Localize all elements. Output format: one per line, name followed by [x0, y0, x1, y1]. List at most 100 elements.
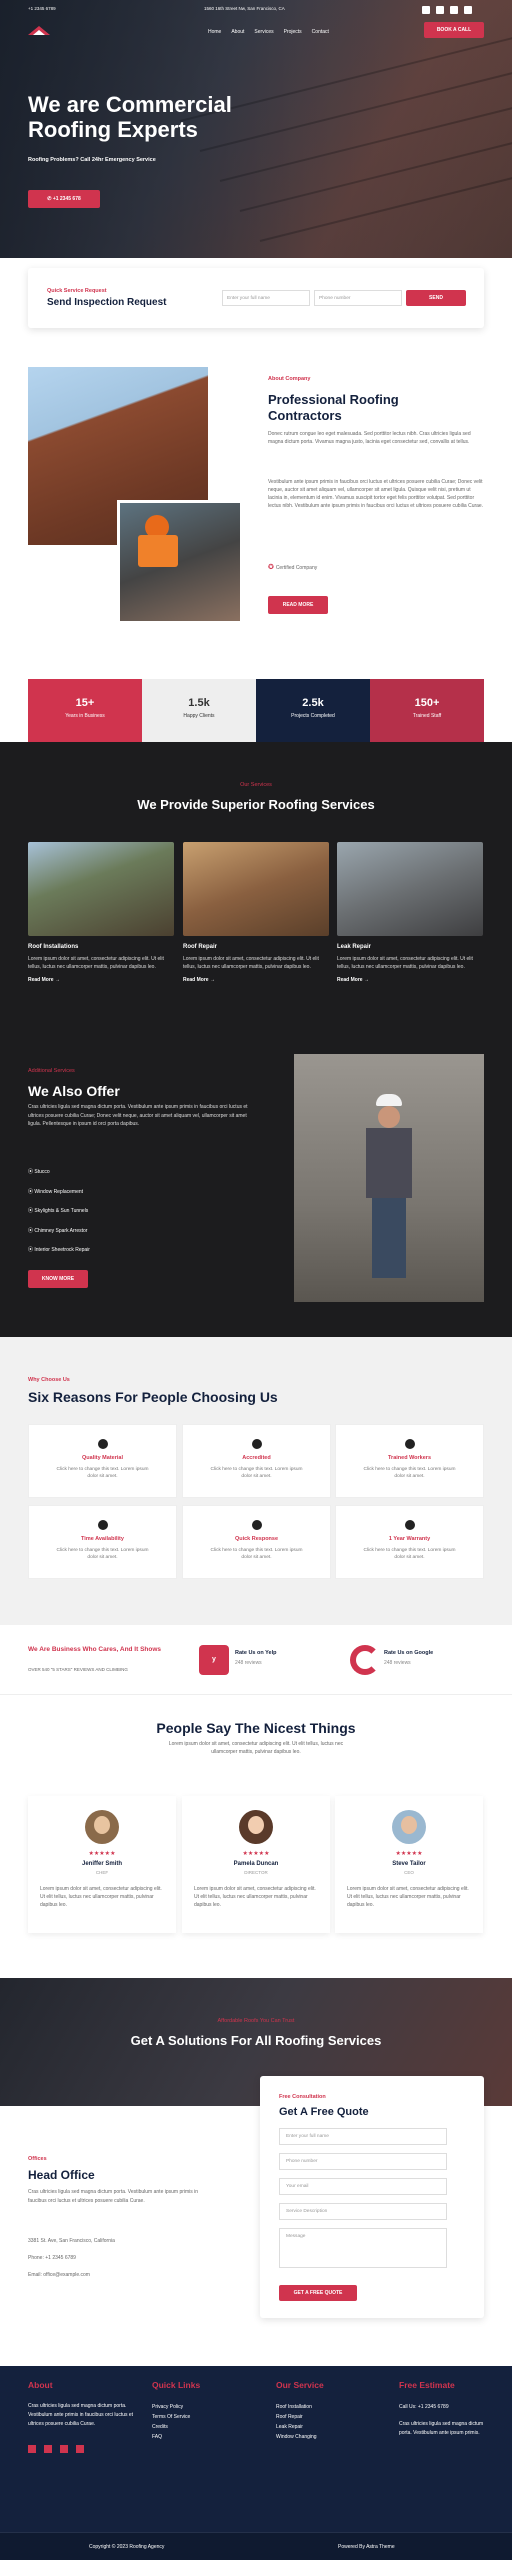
- yelp-count: 248 reviews: [235, 1660, 262, 1666]
- instagram-icon[interactable]: [60, 2445, 68, 2453]
- footer-services: Our Service Roof Installation Roof Repai…: [276, 2380, 324, 2442]
- footer-service-link[interactable]: Roof Repair: [276, 2412, 324, 2422]
- check-circle-icon: [251, 1439, 262, 1449]
- facebook-icon[interactable]: [422, 6, 430, 14]
- avatar: [392, 1810, 426, 1844]
- hero-subtitle: Roofing Problems? Call 24hr Emergency Se…: [28, 157, 156, 163]
- linkedin-icon[interactable]: [464, 6, 472, 14]
- powered-by: Powered By Astra Theme: [338, 2544, 395, 2550]
- footer-link[interactable]: Terms Of Service: [152, 2412, 200, 2422]
- inspection-title: Send Inspection Request: [47, 297, 167, 308]
- service-text: Lorem ipsum dolor sit amet, consectetur …: [183, 956, 319, 970]
- footer-about: About Cras ultricies ligula sed magna di…: [28, 2380, 138, 2453]
- offer-know-more-button[interactable]: Know More: [28, 1270, 88, 1288]
- topbar-address: 1560 16th Street Nw, San Francisco, CA: [204, 6, 285, 11]
- service-image-repair: [183, 842, 329, 936]
- stat-value: 15+: [75, 697, 95, 709]
- facebook-icon[interactable]: [28, 2445, 36, 2453]
- quote-title: Get A Free Quote: [279, 2106, 369, 2118]
- footer-service-link[interactable]: Roof Installation: [276, 2402, 324, 2412]
- footer-service-link[interactable]: Leak Repair: [276, 2422, 324, 2432]
- quote-message-textarea[interactable]: Message: [279, 2228, 447, 2268]
- stat-value: 1.5k: [188, 697, 210, 709]
- testimonial-role: DIRECTOR: [244, 1870, 268, 1875]
- logo[interactable]: [28, 26, 50, 35]
- office-email[interactable]: Email: office@example.com: [28, 2272, 90, 2278]
- nav-link-services[interactable]: Services: [254, 29, 273, 35]
- office-phone: Phone: +1 2345 6789: [28, 2255, 76, 2261]
- avatar: [85, 1810, 119, 1844]
- reasons-title: Six Reasons For People Choosing Us: [28, 1389, 278, 1405]
- footer-links-title: Quick Links: [152, 2380, 201, 2390]
- book-call-button[interactable]: Book a Call: [424, 22, 484, 38]
- service-title: Roof Repair: [183, 944, 218, 950]
- testimonial-card: ★★★★★ Steve Tailor CEO Lorem ipsum dolor…: [335, 1796, 483, 1933]
- footer-service-link[interactable]: Window Changing: [276, 2432, 324, 2442]
- service-image-installations: [28, 842, 174, 936]
- solutions-kicker: Affordable Roofs You Can Trust: [217, 2018, 295, 2024]
- footer-link[interactable]: Privacy Policy: [152, 2402, 200, 2412]
- quote-name-input[interactable]: Enter your full name: [279, 2128, 447, 2145]
- service-read-more-link[interactable]: Read More →: [183, 977, 329, 983]
- twitter-icon[interactable]: [436, 6, 444, 14]
- reasons-kicker: Why Choose Us: [28, 1377, 70, 1383]
- service-read-more-link[interactable]: Read More →: [337, 977, 483, 983]
- offer-kicker: Additional Services: [28, 1068, 75, 1074]
- office-title: Head Office: [28, 2168, 95, 2182]
- inspection-phone-input[interactable]: Phone number: [314, 290, 402, 306]
- nav-link-home[interactable]: Home: [208, 29, 221, 35]
- inspection-send-button[interactable]: Send: [406, 290, 466, 306]
- google-title[interactable]: Rate Us on Google: [384, 1650, 433, 1656]
- offer-worker-image: [294, 1054, 484, 1302]
- service-image-leak: [337, 842, 483, 936]
- yelp-title[interactable]: Rate Us on Yelp: [235, 1650, 276, 1656]
- testimonials-desc: Lorem ipsum dolor sit amet, consectetur …: [168, 1741, 344, 1755]
- nav-link-contact[interactable]: Contact: [312, 29, 329, 35]
- testimonial-stars: ★★★★★: [88, 1851, 116, 1857]
- hero-phone-button[interactable]: ✆ +1 2345 678: [28, 190, 100, 208]
- testimonial-stars: ★★★★★: [242, 1851, 270, 1857]
- inspection-kicker: Quick Service Request: [47, 288, 107, 294]
- nav-link-about[interactable]: About: [231, 29, 244, 35]
- testimonial-stars: ★★★★★: [395, 1851, 423, 1857]
- inspection-request-card: Quick Service Request Send Inspection Re…: [28, 268, 484, 328]
- solutions-title: Get A Solutions For All Roofing Services: [130, 2033, 382, 2048]
- offer-title: We Also Offer: [28, 1083, 120, 1099]
- quote-submit-button[interactable]: Get A Free Quote: [279, 2285, 357, 2301]
- footer-link[interactable]: Credits: [152, 2422, 200, 2432]
- reason-title: Trained Workers: [388, 1455, 431, 1461]
- services-title: We Provide Superior Roofing Services: [137, 797, 375, 812]
- testimonial-role: CEO: [404, 1870, 414, 1875]
- stat-staff: 150+ Trained Staff: [370, 679, 484, 742]
- quote-phone-input[interactable]: Phone number: [279, 2153, 447, 2170]
- quote-email-input[interactable]: Your email: [279, 2178, 447, 2195]
- certified-icon: ✪: [268, 564, 276, 571]
- ratings-subtitle: OVER 540 "5 STARS" REVIEWS AND CLIMBING: [28, 1667, 128, 1672]
- testimonial-name: Steve Tailor: [392, 1861, 426, 1867]
- twitter-icon[interactable]: [44, 2445, 52, 2453]
- reason-card-warranty: 1 Year Warranty Click here to change thi…: [335, 1505, 484, 1579]
- about-title: Professional Roofing Contractors: [268, 392, 399, 423]
- yelp-icon[interactable]: y: [199, 1645, 229, 1675]
- instagram-icon[interactable]: [450, 6, 458, 14]
- google-icon[interactable]: [350, 1645, 380, 1675]
- nav-link-projects[interactable]: Projects: [284, 29, 302, 35]
- service-text: Lorem ipsum dolor sit amet, consectetur …: [28, 956, 164, 970]
- quote-service-input[interactable]: Service Description: [279, 2203, 447, 2220]
- service-read-more-link[interactable]: Read More →: [28, 977, 174, 983]
- testimonials-title: People Say The Nicest Things: [156, 1720, 356, 1736]
- office-text: Cras ultricies ligula sed magna dictum p…: [28, 2189, 199, 2204]
- about-read-more-button[interactable]: Read More: [268, 596, 328, 614]
- service-card-installations: Roof Installations Lorem ipsum dolor sit…: [28, 944, 174, 983]
- footer-link[interactable]: FAQ: [152, 2432, 200, 2442]
- ratings-strip: We Are Business Who Cares, And It Shows …: [0, 1625, 512, 1695]
- reason-title: Quick Response: [234, 1536, 279, 1542]
- linkedin-icon[interactable]: [76, 2445, 84, 2453]
- inspection-name-input[interactable]: Enter your full name: [222, 290, 310, 306]
- stat-years: 15+ Years in Business: [28, 679, 142, 742]
- reason-desc: Click here to change this text. Lorem ip…: [210, 1467, 303, 1479]
- certified-badge: ✪ Certified Company: [268, 563, 317, 571]
- stat-label: Projects Completed: [291, 713, 335, 719]
- offer-item: ⦿ Chimney Spark Arrestor: [28, 1227, 88, 1234]
- about-paragraph-1: Donec rutrum congue leo eget malesuada. …: [268, 431, 471, 445]
